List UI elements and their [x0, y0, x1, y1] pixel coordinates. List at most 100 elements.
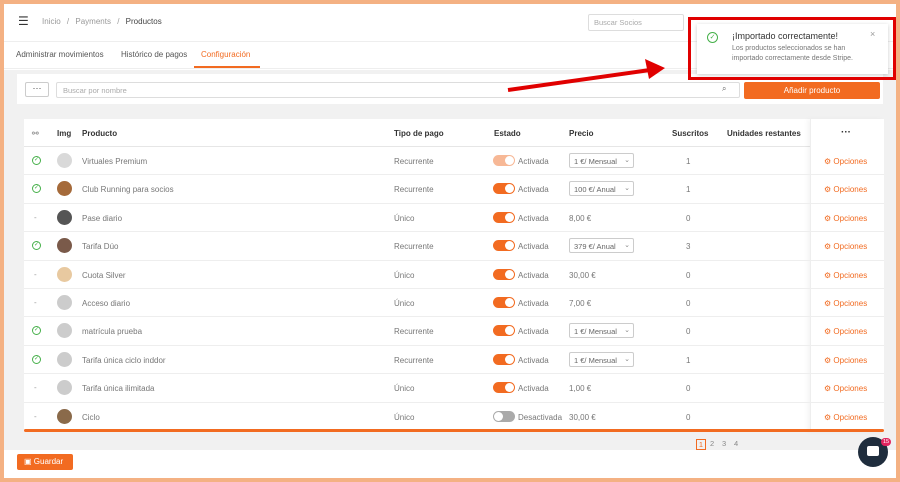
price-value: 1 €/ Mensual	[574, 157, 617, 166]
gear-icon: ⚙	[824, 185, 834, 195]
breadcrumb: Inicio / Payments / Productos	[42, 17, 166, 26]
gear-icon: ⚙	[824, 384, 834, 394]
header-unidades-restantes[interactable]: Unidades restantes	[727, 129, 801, 138]
table-row: - Ciclo Único Desactivada 30,00 € 0	[24, 403, 884, 431]
breadcrumb-inicio[interactable]: Inicio	[42, 17, 61, 26]
product-name[interactable]: Ciclo	[82, 413, 100, 422]
options-label: Opciones	[833, 185, 868, 195]
column-settings-button[interactable]: ···	[841, 127, 851, 138]
status-toggle[interactable]	[493, 240, 515, 252]
breadcrumb-payments[interactable]: Payments	[75, 17, 111, 26]
chevron-down-icon: ⌄	[624, 185, 630, 193]
page-3-button[interactable]: 3	[722, 439, 726, 448]
table-row: ✓ Tarifa única ciclo inddor Recurrente Acti…	[24, 346, 884, 375]
options-label: Opciones	[833, 299, 868, 308]
status-toggle[interactable]	[493, 382, 515, 394]
options-label: Opciones	[833, 242, 868, 252]
price-value: 7,00 €	[569, 299, 592, 308]
gear-icon: ⚙	[824, 327, 834, 337]
header-tipo-pago[interactable]: Tipo de pago	[394, 129, 444, 138]
page-4-button[interactable]: 4	[734, 439, 738, 448]
status-toggle[interactable]	[493, 268, 515, 280]
row-options-button[interactable]: ⚙ Opciones	[824, 413, 867, 422]
gear-icon: ⚙	[824, 412, 834, 422]
gear-icon: ⚙	[824, 299, 834, 308]
status-toggle[interactable]	[493, 211, 515, 223]
more-actions-button[interactable]: ···	[25, 82, 49, 97]
product-name[interactable]: Pase diario	[82, 214, 122, 223]
product-name[interactable]: Tarifa única ilimitada	[82, 384, 154, 393]
price-select[interactable]: 379 €/ Anual ⌄	[569, 238, 634, 254]
header-precio[interactable]: Precio	[569, 129, 593, 138]
product-name[interactable]: matrícula prueba	[82, 327, 142, 336]
link-icon: ⚯	[32, 129, 39, 138]
tab-configuracion[interactable]: Configuración	[201, 50, 250, 59]
price-select[interactable]: 1 €/ Mensual ⌄	[569, 351, 634, 367]
gear-icon: ⚙	[824, 242, 834, 252]
price-select[interactable]: 1 €/ Mensual ⌄	[569, 323, 634, 339]
table-row: - Acceso diario Único Activada 7,00 € 0	[24, 289, 884, 318]
product-name[interactable]: Tarifa única ciclo inddor	[82, 356, 166, 365]
tab-historico-pagos[interactable]: Histórico de pagos	[121, 50, 187, 59]
add-product-button[interactable]: Añadir producto	[744, 82, 880, 99]
breadcrumb-separator: /	[117, 17, 120, 26]
product-image	[57, 181, 72, 197]
unlinked-dash: -	[34, 269, 37, 279]
linked-check-icon: ✓	[32, 156, 41, 165]
price-select[interactable]: 100 €/ Anual ⌄	[569, 181, 634, 197]
subscribers-count: 0	[686, 412, 691, 422]
row-options-button[interactable]: ⚙ Opciones	[824, 384, 867, 393]
options-label: Opciones	[833, 213, 868, 223]
status-label: Activada	[518, 157, 549, 166]
page-1-button[interactable]: 1	[696, 439, 706, 450]
horizontal-scrollbar[interactable]	[24, 429, 884, 432]
row-options-button[interactable]: ⚙ Opciones	[824, 242, 867, 251]
breadcrumb-productos: Productos	[125, 17, 162, 26]
save-label: Guardar	[33, 457, 64, 466]
row-options-button[interactable]: ⚙ Opciones	[824, 271, 867, 280]
price-value: 8,00 €	[569, 213, 592, 223]
product-search-input[interactable]: Buscar por nombre	[56, 82, 740, 98]
status-toggle[interactable]	[493, 155, 515, 166]
menu-icon[interactable]: ☰	[18, 15, 30, 27]
header-producto[interactable]: Producto	[82, 129, 117, 138]
member-search-input[interactable]: Buscar Socios	[588, 14, 684, 31]
header-estado[interactable]: Estado	[494, 129, 521, 138]
header-suscritos[interactable]: Suscritos	[672, 129, 708, 138]
price-select[interactable]: 1 €/ Mensual ⌄	[569, 153, 634, 168]
status-toggle[interactable]	[493, 353, 515, 365]
row-options-button[interactable]: ⚙ Opciones	[824, 214, 867, 223]
row-options-button[interactable]: ⚙ Opciones	[824, 356, 867, 365]
table-row: ✓ Virtuales Premium Recurrente Activada 1 €/…	[24, 147, 884, 176]
product-name[interactable]: Acceso diario	[82, 299, 130, 308]
table-header: ⚯ Img Producto Tipo de pago Estado Preci…	[24, 119, 884, 147]
row-options-button[interactable]: ⚙ Opciones	[824, 327, 867, 336]
product-image	[57, 351, 72, 367]
price-value: 1 €/ Mensual	[574, 355, 617, 365]
search-icon[interactable]: ⌕	[722, 84, 726, 94]
product-name[interactable]: Club Running para socios	[82, 185, 174, 194]
status-toggle[interactable]	[493, 183, 515, 195]
status-label: Activada	[518, 355, 549, 365]
status-label: Activada	[518, 384, 549, 394]
status-toggle[interactable]	[493, 410, 515, 422]
row-options-button[interactable]: ⚙ Opciones	[824, 185, 867, 194]
price-value: 1,00 €	[569, 384, 592, 394]
save-button[interactable]: ▣ Guardar	[17, 454, 73, 470]
product-name[interactable]: Tarifa Dúo	[82, 242, 118, 251]
status-toggle[interactable]	[493, 325, 515, 337]
row-options-button[interactable]: ⚙ Opciones	[824, 299, 867, 308]
row-options-button[interactable]: ⚙ Opciones	[824, 157, 867, 166]
product-name[interactable]: Virtuales Premium	[82, 157, 147, 166]
payment-type: Recurrente	[394, 327, 434, 337]
tab-administrar-movimientos[interactable]: Administrar movimientos	[16, 50, 104, 59]
product-name[interactable]: Cuota Silver	[82, 271, 126, 280]
status-label: Activada	[518, 327, 549, 337]
active-tab-indicator	[194, 66, 260, 68]
status-label: Activada	[518, 242, 549, 252]
page-2-button[interactable]: 2	[710, 439, 714, 448]
status-toggle[interactable]	[493, 297, 515, 308]
chat-unread-badge: 15	[881, 438, 891, 446]
app-frame: ☰ Inicio / Payments / Productos Buscar S…	[0, 0, 900, 482]
gear-icon: ⚙	[824, 355, 834, 365]
